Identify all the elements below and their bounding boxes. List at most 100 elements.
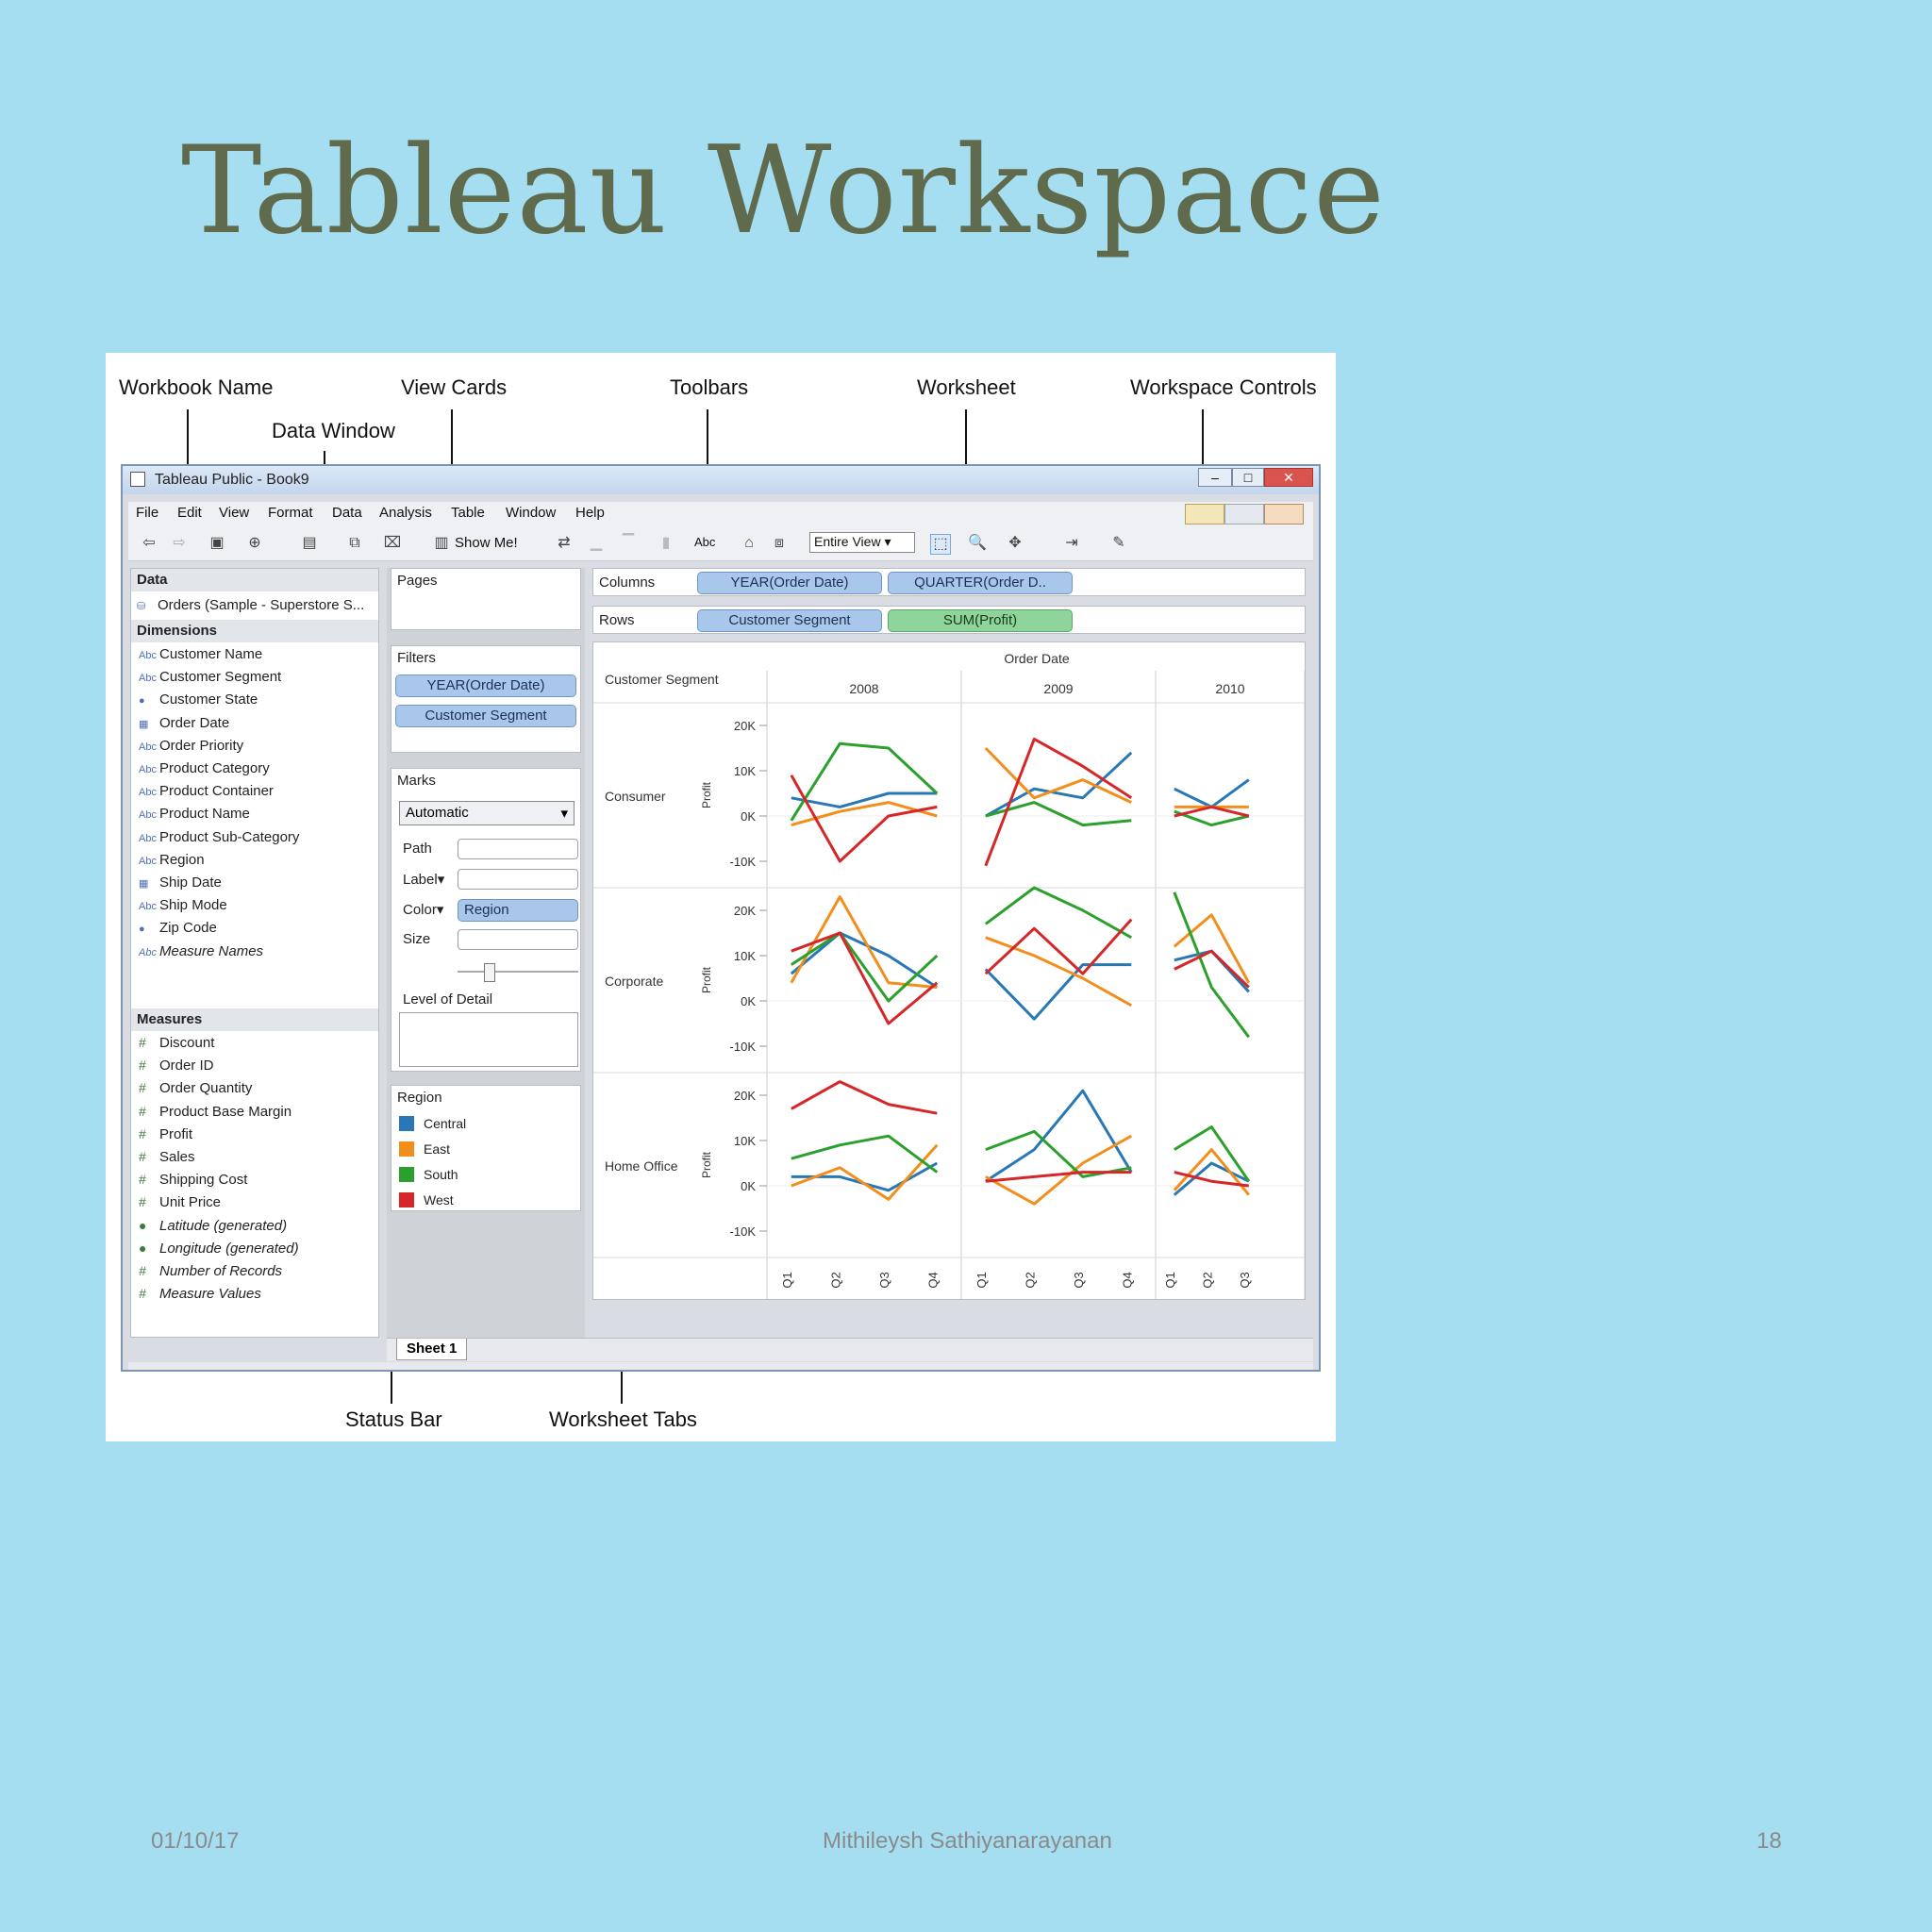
new-worksheet-icon[interactable]: ▤ — [300, 534, 319, 553]
legend-label-south[interactable]: South — [424, 1167, 458, 1182]
menu-view[interactable]: View — [219, 505, 249, 521]
fit-dropdown[interactable]: Entire View ▾ — [809, 532, 915, 553]
back-arrow-icon[interactable]: ⇦ — [140, 534, 158, 553]
maximize-button[interactable]: □ — [1232, 468, 1264, 487]
sort-descending-icon[interactable]: ▔ — [619, 534, 638, 553]
show-labels-button[interactable]: Abc — [694, 535, 715, 549]
quarter-tick-label: Q4 — [1120, 1272, 1134, 1288]
measure-field[interactable]: ● Longitude (generated) — [139, 1241, 299, 1257]
dimension-field[interactable]: Abc Customer Name — [139, 646, 262, 662]
zoom-icon[interactable]: 🔍 — [968, 534, 987, 553]
filter-pill-segment[interactable]: Customer Segment — [395, 705, 576, 727]
measure-field[interactable]: # Discount — [139, 1035, 214, 1051]
duplicate-sheet-icon[interactable]: ⧉ — [345, 534, 364, 553]
legend-label-west[interactable]: West — [424, 1192, 454, 1208]
toolbar: ⇦ ⇨ ▣ ⊕ ▤ ⧉ ⌧ ▥ Show Me! ⇄ ▁ ▔ ▮ Abc ⌂ ⧈… — [128, 526, 1313, 561]
measure-field[interactable]: ● Latitude (generated) — [139, 1218, 287, 1234]
measure-field-label: Product Base Margin — [159, 1103, 292, 1120]
show-me-button[interactable]: Show Me! — [455, 535, 518, 551]
dimension-field[interactable]: Abc Product Container — [139, 783, 274, 799]
highlight-icon[interactable]: ▮ — [657, 534, 675, 553]
tab-story-control-icon[interactable] — [1264, 504, 1304, 525]
menu-window[interactable]: Window — [506, 505, 556, 521]
legend-label-central[interactable]: Central — [424, 1116, 466, 1131]
menu-edit[interactable]: Edit — [177, 505, 202, 521]
measure-field[interactable]: # Product Base Margin — [139, 1104, 291, 1120]
column-pill-year[interactable]: YEAR(Order Date) — [697, 572, 882, 594]
measure-field[interactable]: # Sales — [139, 1149, 195, 1165]
rows-shelf[interactable]: Rows Customer Segment SUM(Profit) — [592, 606, 1306, 634]
menu-file[interactable]: File — [136, 505, 158, 521]
dimension-field[interactable]: ▦ Ship Date — [139, 874, 222, 891]
dimension-field[interactable]: Abc Product Name — [139, 806, 250, 822]
row-pill-segment[interactable]: Customer Segment — [697, 609, 882, 632]
select-tool-icon[interactable]: ⬚ — [930, 534, 951, 555]
label-shelf[interactable] — [458, 869, 578, 890]
presentation-icon[interactable]: ⌂ — [740, 534, 758, 553]
swap-icon[interactable]: ⇄ — [555, 534, 574, 553]
legend-label-east[interactable]: East — [424, 1141, 450, 1157]
minimize-button[interactable]: – — [1198, 468, 1232, 487]
measure-field[interactable]: # Measure Values — [139, 1286, 261, 1302]
filter-pill-year[interactable]: YEAR(Order Date) — [395, 675, 576, 697]
menu-analysis[interactable]: Analysis — [379, 505, 432, 521]
dimension-field-label: Ship Mode — [159, 897, 227, 914]
dimension-field[interactable]: Abc Customer Segment — [139, 669, 281, 685]
dimension-field[interactable]: ● Customer State — [139, 691, 258, 708]
measure-field[interactable]: # Number of Records — [139, 1263, 282, 1279]
callout-worksheet: Worksheet — [917, 375, 1016, 399]
close-button[interactable]: ✕ — [1264, 468, 1313, 487]
tab-worksheet-control-icon[interactable] — [1185, 504, 1224, 525]
data-source[interactable]: ⛁ Orders (Sample - Superstore S... — [137, 597, 364, 613]
y-tick-label: 10K — [734, 949, 756, 963]
pen-icon[interactable]: ✎ — [1109, 534, 1128, 553]
size-shelf[interactable] — [458, 929, 578, 950]
pages-card[interactable]: Pages — [391, 568, 581, 630]
pan-icon[interactable]: ✥ — [1006, 534, 1024, 553]
dimension-field[interactable]: Abc Region — [139, 852, 205, 868]
legend-swatch-central — [399, 1116, 414, 1131]
filters-card[interactable]: Filters YEAR(Order Date) Customer Segmen… — [391, 645, 581, 753]
dimension-field-label: Product Container — [159, 783, 274, 800]
save-icon[interactable]: ▣ — [208, 534, 226, 553]
measure-field[interactable]: # Profit — [139, 1126, 192, 1142]
dimension-field[interactable]: Abc Product Sub-Category — [139, 829, 299, 845]
color-shelf-label[interactable]: Color▾ — [403, 901, 443, 918]
legend-swatch-east — [399, 1141, 414, 1157]
menu-help[interactable]: Help — [575, 505, 605, 521]
label-shelf-label[interactable]: Label▾ — [403, 871, 444, 888]
sort-ascending-icon[interactable]: ▁ — [587, 534, 606, 553]
dimension-field[interactable]: Abc Product Category — [139, 760, 270, 776]
mark-type-dropdown[interactable]: Automatic ▾ — [399, 801, 575, 825]
measure-field[interactable]: # Order Quantity — [139, 1080, 252, 1096]
color-pill-region[interactable]: Region — [458, 899, 578, 922]
group-icon[interactable]: ⧈ — [770, 534, 789, 553]
measure-field[interactable]: # Order ID — [139, 1058, 214, 1074]
clear-sheet-icon[interactable]: ⌧ — [383, 534, 402, 553]
columns-shelf[interactable]: Columns YEAR(Order Date) QUARTER(Order D… — [592, 568, 1306, 596]
dimension-field[interactable]: ● Zip Code — [139, 920, 217, 936]
dimension-field[interactable]: ▦ Order Date — [139, 715, 229, 731]
forward-arrow-icon[interactable]: ⇨ — [170, 534, 189, 553]
string-type-icon: Abc — [139, 673, 157, 685]
tab-dashboard-control-icon[interactable] — [1224, 504, 1264, 525]
tab-sheet-1[interactable]: Sheet 1 — [396, 1339, 468, 1360]
column-pill-quarter[interactable]: QUARTER(Order D.. — [888, 572, 1073, 594]
new-data-source-icon[interactable]: ⊕ — [245, 534, 264, 553]
dimension-field-label: Product Category — [159, 760, 270, 776]
row-pill-profit[interactable]: SUM(Profit) — [888, 609, 1073, 632]
path-shelf[interactable] — [458, 839, 578, 859]
measure-field[interactable]: # Unit Price — [139, 1194, 221, 1210]
menu-data[interactable]: Data — [332, 505, 362, 521]
menu-table[interactable]: Table — [451, 505, 485, 521]
menu-format[interactable]: Format — [268, 505, 313, 521]
fix-axes-icon[interactable]: ⇥ — [1062, 534, 1081, 553]
dimension-field[interactable]: Abc Measure Names — [139, 943, 263, 959]
size-slider-handle[interactable] — [484, 963, 495, 982]
dimension-field[interactable]: Abc Order Priority — [139, 738, 243, 754]
measure-field-label: Latitude (generated) — [159, 1217, 288, 1234]
measure-field[interactable]: # Shipping Cost — [139, 1172, 247, 1188]
level-of-detail-shelf[interactable] — [399, 1012, 578, 1067]
dimension-field[interactable]: Abc Ship Mode — [139, 897, 227, 913]
measure-field-label: Unit Price — [159, 1194, 222, 1211]
